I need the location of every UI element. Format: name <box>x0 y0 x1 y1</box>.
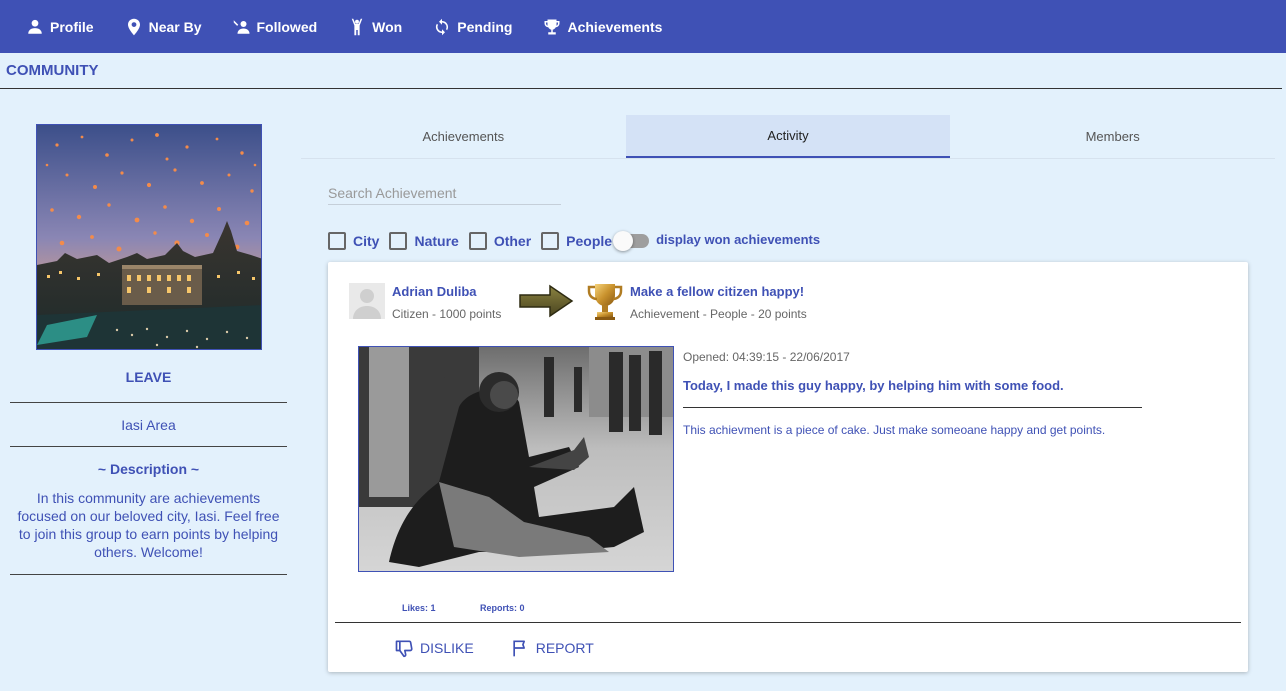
achievement-name[interactable]: Make a fellow citizen happy! <box>630 284 804 299</box>
filter-bar: City Nature Other People display won ach… <box>328 231 821 251</box>
community-area: Iasi Area <box>121 417 176 433</box>
sidebar-divider <box>10 574 287 575</box>
sidebar-divider <box>10 446 287 447</box>
post-divider <box>683 407 1142 408</box>
community-tabs: Achievements Activity Members <box>301 115 1275 159</box>
search-achievement-input[interactable] <box>328 182 561 205</box>
nav-label-won: Won <box>372 18 403 35</box>
other-checkbox[interactable] <box>468 232 487 250</box>
trophy-icon <box>544 19 560 34</box>
filter-label-people: People <box>566 233 613 249</box>
user-name[interactable]: Adrian Duliba <box>392 284 477 299</box>
post-actions: DISLIKE REPORT <box>394 638 630 658</box>
person-icon <box>28 19 42 34</box>
nav-label-followed: Followed <box>256 18 318 35</box>
person-follow-icon <box>233 19 249 34</box>
community-description: In this community are achievements focus… <box>17 490 280 560</box>
post-title: Today, I made this guy happy, by helping… <box>683 378 1064 393</box>
city-checkbox[interactable] <box>328 232 346 250</box>
nav-label-pending: Pending <box>457 18 513 35</box>
refresh-icon <box>436 18 449 35</box>
nav-item-pending[interactable]: Pending <box>433 18 512 36</box>
dislike-button[interactable]: DISLIKE <box>394 638 474 658</box>
trophy-icon <box>587 284 623 320</box>
filter-nature[interactable]: Nature <box>389 232 459 250</box>
nav-item-won[interactable]: Won <box>348 18 402 36</box>
tab-members[interactable]: Members <box>950 115 1275 158</box>
community-sidebar: LEAVE Iasi Area ~ Description ~ In this … <box>10 124 287 575</box>
page-title: COMMUNITY <box>6 62 99 79</box>
people-checkbox[interactable] <box>541 232 560 250</box>
activity-card: Adrian Duliba Citizen - 1000 points Make… <box>328 262 1248 672</box>
nature-checkbox[interactable] <box>389 232 408 250</box>
post-image <box>358 346 674 572</box>
nav-label-profile: Profile <box>50 18 94 35</box>
description-title: ~ Description ~ <box>97 461 200 477</box>
tab-achievements[interactable]: Achievements <box>301 115 626 158</box>
community-image <box>35 124 262 350</box>
dislike-label: DISLIKE <box>420 640 474 656</box>
report-label: REPORT <box>535 640 594 656</box>
post-body: This achievment is a piece of cake. Just… <box>683 423 1106 437</box>
likes-count: Likes: 1 <box>402 603 436 613</box>
nav-label-achievements: Achievements <box>567 18 663 35</box>
toggle-knob <box>613 231 634 251</box>
top-nav: Profile Near By Followed Won Pending Ach… <box>0 0 1286 53</box>
nav-item-followed[interactable]: Followed <box>233 18 318 36</box>
nav-label-near-by: Near By <box>148 18 202 35</box>
filter-label-other: Other <box>493 233 532 249</box>
achievement-meta: Achievement - People - 20 points <box>630 307 807 321</box>
card-divider <box>335 622 1241 623</box>
location-pin-icon <box>127 18 140 35</box>
thumb-down-icon <box>395 640 413 658</box>
filter-city[interactable]: City <box>328 232 379 250</box>
filter-label-nature: Nature <box>414 233 459 249</box>
nav-item-near-by[interactable]: Near By <box>125 18 202 36</box>
flag-icon <box>513 640 525 657</box>
user-rank: Citizen - 1000 points <box>392 307 502 321</box>
tab-activity[interactable]: Activity <box>625 115 951 158</box>
filter-other[interactable]: Other <box>468 232 532 250</box>
arrow-right-icon <box>519 284 574 318</box>
report-button[interactable]: REPORT <box>510 638 594 658</box>
title-divider <box>0 88 1282 89</box>
leave-button[interactable]: LEAVE <box>126 369 172 385</box>
raised-arms-icon <box>351 18 363 35</box>
user-avatar[interactable] <box>349 283 385 319</box>
toggle-label: display won achievements <box>656 231 821 247</box>
reports-count: Reports: 0 <box>480 603 525 613</box>
opened-timestamp: Opened: 04:39:15 - 22/06/2017 <box>683 350 850 364</box>
display-won-toggle[interactable] <box>613 231 650 251</box>
filter-people[interactable]: People <box>541 232 612 250</box>
post-stats: Likes: 1 Reports: 0 <box>402 603 567 613</box>
nav-item-profile[interactable]: Profile <box>26 18 94 36</box>
filter-label-city: City <box>353 233 380 249</box>
nav-item-achievements[interactable]: Achievements <box>543 18 662 36</box>
